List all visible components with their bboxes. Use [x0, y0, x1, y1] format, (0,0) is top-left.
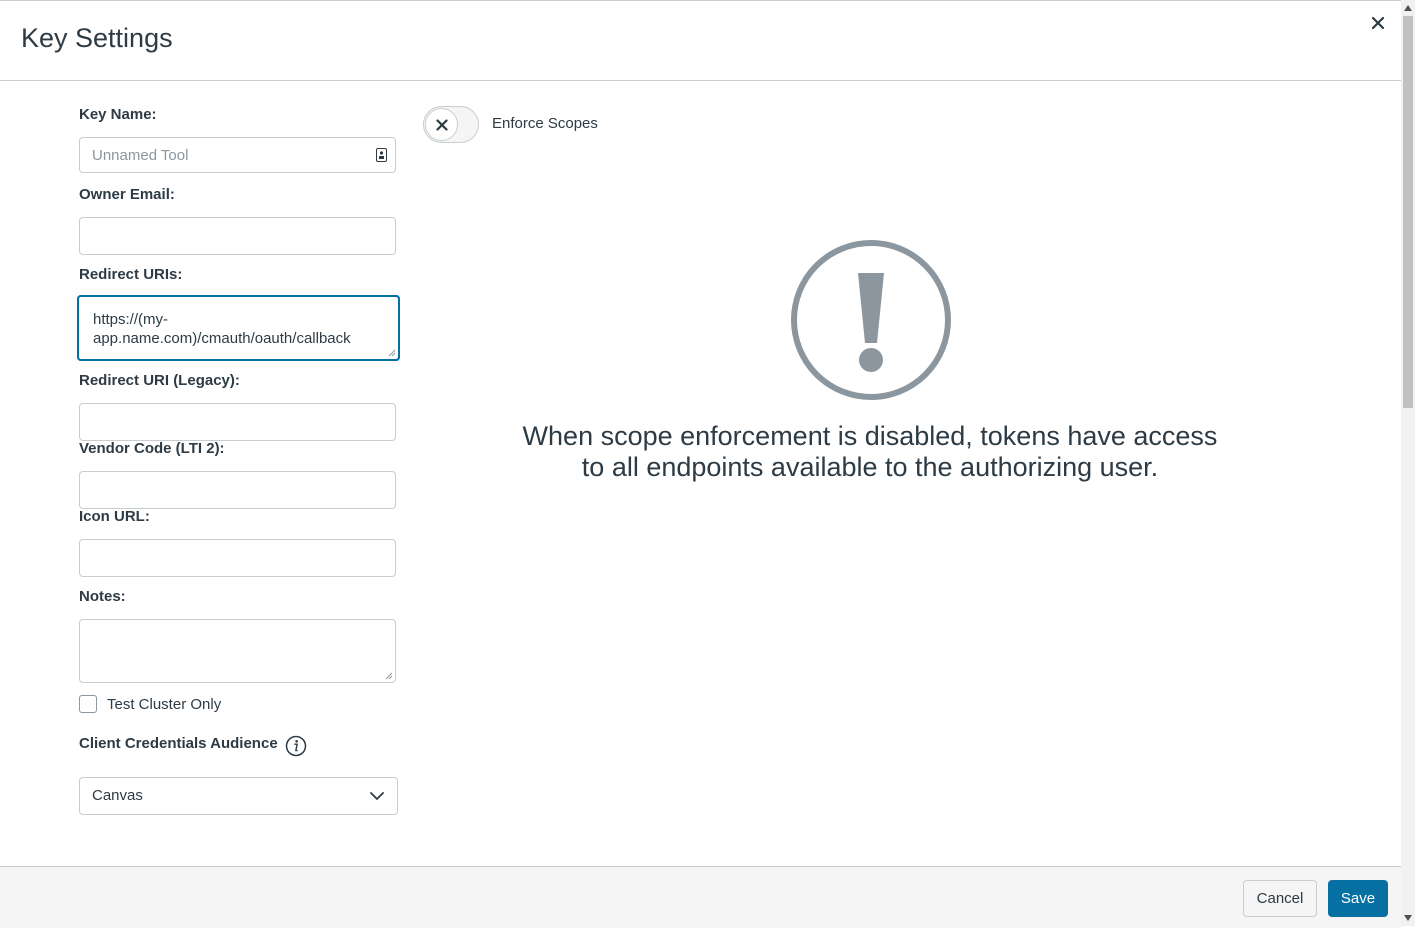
test-cluster-only-label: Test Cluster Only — [107, 695, 222, 713]
enforce-scopes-toggle[interactable] — [423, 106, 479, 143]
owner-email-input[interactable] — [79, 217, 396, 255]
modal-footer: Cancel Save — [0, 866, 1401, 928]
key-name-label: Key Name: — [79, 106, 157, 123]
resize-handle-icon[interactable] — [385, 672, 393, 680]
close-button[interactable] — [1368, 13, 1388, 33]
scope-warning-line-1: When scope enforcement is disabled, toke… — [522, 421, 1218, 451]
vendor-code-label: Vendor Code (LTI 2): — [79, 440, 225, 457]
icon-url-label: Icon URL: — [79, 508, 150, 525]
icon-url-input[interactable] — [79, 539, 396, 577]
x-icon — [435, 118, 448, 131]
test-cluster-only-checkbox[interactable] — [79, 695, 97, 713]
password-manager-icon — [376, 148, 387, 162]
redirect-uris-value: https://(my- app.name.com)/cmauth/oauth/… — [93, 310, 386, 348]
redirect-uris-line-1: https://(my- — [93, 311, 169, 328]
cancel-button[interactable]: Cancel — [1243, 880, 1317, 917]
redirect-uris-label: Redirect URIs: — [79, 266, 183, 283]
key-settings-modal: Key Settings Key Name: Unnamed Tool Owne… — [0, 0, 1401, 928]
redirect-uri-legacy-input[interactable] — [79, 403, 396, 441]
modal-header: Key Settings — [0, 1, 1401, 81]
vendor-code-input[interactable] — [79, 471, 396, 509]
test-cluster-only-row: Test Cluster Only — [79, 695, 221, 713]
owner-email-label: Owner Email: — [79, 186, 175, 203]
chevron-down-icon — [370, 792, 384, 800]
resize-handle-icon[interactable] — [388, 349, 396, 357]
scope-warning-line-2: to all endpoints available to the author… — [581, 452, 1159, 482]
notes-label: Notes: — [79, 588, 126, 605]
client-credentials-audience-select[interactable]: Canvas — [79, 777, 398, 815]
save-button[interactable]: Save — [1328, 880, 1388, 917]
scroll-up-arrow-icon[interactable] — [1404, 5, 1412, 11]
audience-selected-value: Canvas — [92, 787, 143, 804]
key-name-input[interactable]: Unnamed Tool — [79, 137, 396, 173]
scroll-thumb[interactable] — [1403, 16, 1413, 408]
scope-warning-text: When scope enforcement is disabled, toke… — [470, 421, 1270, 483]
redirect-uris-textarea[interactable]: https://(my- app.name.com)/cmauth/oauth/… — [77, 295, 400, 361]
vertical-scrollbar[interactable] — [1401, 0, 1415, 926]
info-icon[interactable] — [285, 735, 307, 757]
close-icon — [1372, 17, 1384, 29]
notes-textarea[interactable] — [79, 619, 396, 683]
toggle-knob — [425, 108, 458, 141]
modal-title: Key Settings — [21, 23, 173, 53]
key-name-placeholder: Unnamed Tool — [92, 147, 189, 164]
scroll-down-arrow-icon[interactable] — [1404, 915, 1412, 921]
enforce-scopes-label: Enforce Scopes — [492, 115, 598, 132]
modal-body: Key Name: Unnamed Tool Owner Email: Redi… — [0, 81, 1401, 866]
warning-exclamation-icon — [791, 240, 951, 400]
redirect-uris-line-2: app.name.com)/cmauth/oauth/callback — [93, 330, 351, 347]
client-credentials-audience-label: Client Credentials Audience — [79, 735, 278, 752]
redirect-uri-legacy-label: Redirect URI (Legacy): — [79, 372, 240, 389]
